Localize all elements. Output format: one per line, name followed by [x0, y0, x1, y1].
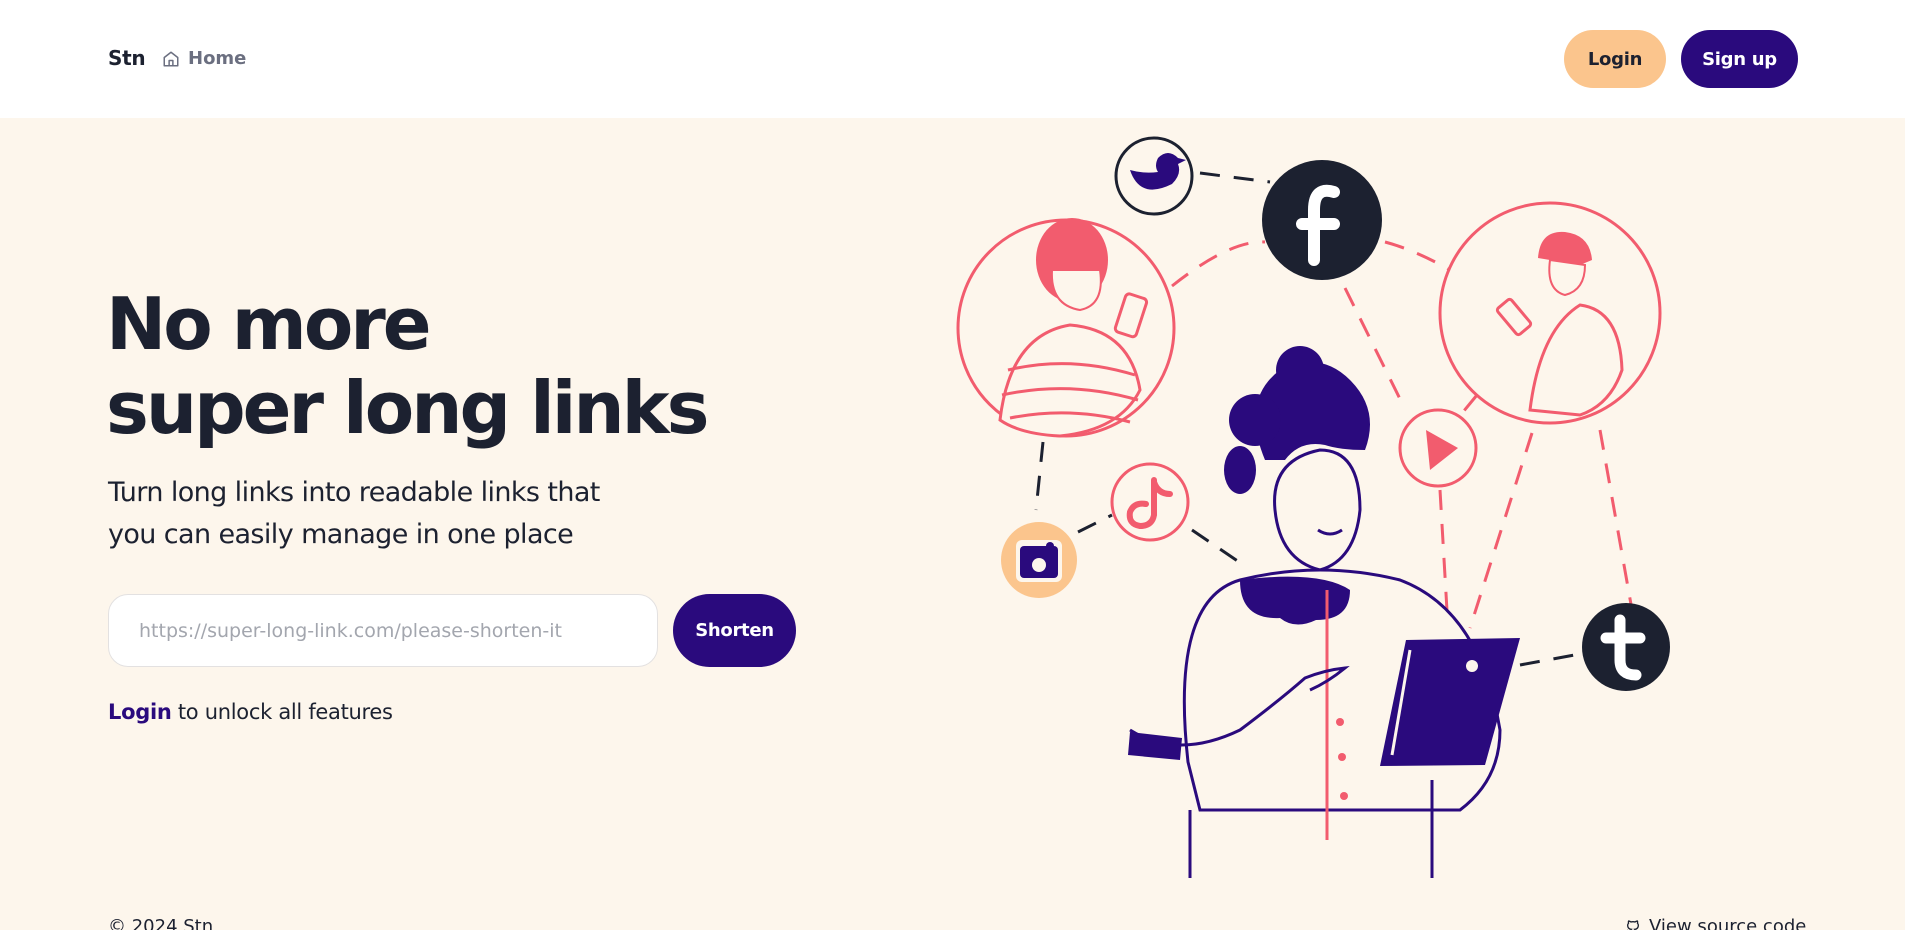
login-link[interactable]: Login [108, 700, 172, 724]
hero-subtitle: Turn long links into readable links that… [108, 472, 668, 556]
login-button[interactable]: Login [1564, 30, 1666, 88]
view-source-label: View source code [1649, 916, 1807, 930]
hero-title-line-1: No more [106, 282, 432, 366]
view-source-link[interactable]: View source code [1625, 916, 1806, 930]
social-sharing-illustration [956, 136, 1670, 878]
url-input[interactable] [108, 594, 658, 667]
shorten-button[interactable]: Shorten [673, 594, 796, 667]
brand-logo[interactable]: Stn [108, 46, 146, 70]
facebook-icon [1262, 160, 1382, 280]
unlock-features-label: to unlock all features [171, 700, 393, 724]
twitter-icon [1114, 136, 1194, 216]
hero-subtitle-line-2: you can easily manage in one place [108, 519, 574, 550]
man-phone-illustration [1438, 201, 1662, 425]
nav-home-label: Home [188, 48, 247, 69]
hero-title-line-2: super long links [106, 366, 709, 450]
hero-title: No more super long links [106, 282, 806, 450]
tumblr-icon [1582, 603, 1670, 691]
signup-button[interactable]: Sign up [1681, 30, 1798, 88]
top-navbar: Stn Home Login Sign up [0, 0, 1905, 118]
nav-home-link[interactable]: Home [162, 48, 246, 69]
unlock-features-text: Login to unlock all features [108, 700, 393, 724]
footer-copyright: © 2024 Stn [108, 916, 214, 930]
tiktok-icon [1110, 462, 1190, 542]
instagram-icon [1001, 522, 1077, 598]
youtube-icon [1398, 408, 1478, 488]
home-icon [163, 51, 179, 66]
woman-phone-illustration [956, 218, 1176, 438]
hero-subtitle-line-1: Turn long links into readable links that [108, 477, 600, 508]
github-icon [1626, 919, 1640, 930]
